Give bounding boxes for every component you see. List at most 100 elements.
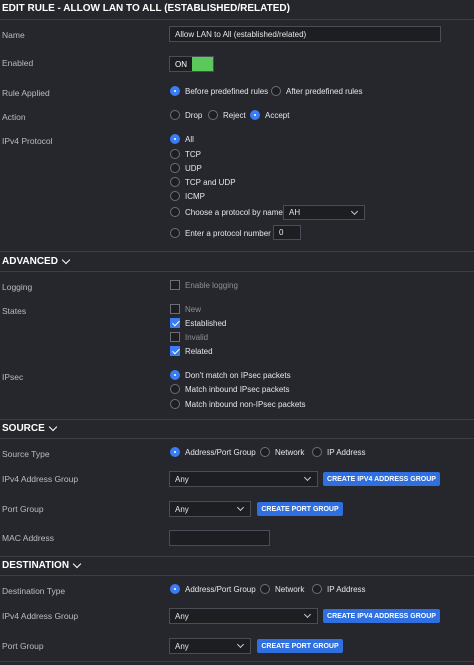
protocol-number-text: Enter a protocol number: [185, 229, 271, 238]
destination-type-label: Destination Type: [2, 586, 66, 596]
state-invalid-checkbox[interactable]: [170, 332, 180, 342]
rule-applied-after-radio[interactable]: [271, 86, 281, 96]
protocol-number-radio[interactable]: [170, 228, 180, 238]
state-invalid-text: Invalid: [185, 333, 209, 342]
enabled-toggle[interactable]: ON: [169, 56, 214, 72]
action-reject-text: Reject: [223, 111, 246, 120]
protocol-tcp-text: TCP: [185, 150, 201, 159]
chevron-down-icon: [303, 473, 312, 482]
source-ipv4-group-select[interactable]: Any: [169, 471, 318, 487]
destination-type-network-radio[interactable]: [260, 584, 270, 594]
name-input[interactable]: Allow LAN to All (established/related): [169, 26, 441, 42]
enable-logging-text: Enable logging: [185, 281, 238, 290]
protocol-by-name-radio[interactable]: [170, 207, 180, 217]
protocol-tcp-udp-radio[interactable]: [170, 177, 180, 187]
chevron-down-icon: [350, 207, 359, 216]
chevron-down-icon: [72, 559, 82, 568]
destination-create-ipv4-group-button[interactable]: CREATE IPV4 ADDRESS GROUP: [323, 609, 440, 623]
source-ipv4-group-label: IPv4 Address Group: [2, 474, 79, 484]
source-type-group-radio[interactable]: [170, 447, 180, 457]
action-drop-radio[interactable]: [170, 110, 180, 120]
enabled-toggle-label: ON: [175, 59, 187, 69]
chevron-down-icon: [61, 255, 71, 264]
protocol-icmp-text: ICMP: [185, 192, 205, 201]
source-type-ip-text: IP Address: [327, 448, 366, 457]
enabled-label: Enabled: [2, 58, 34, 68]
protocol-all-radio[interactable]: [170, 134, 180, 144]
destination-top-divider: [0, 556, 474, 557]
protocol-name-value: AH: [289, 208, 301, 217]
destination-port-group-label: Port Group: [2, 641, 44, 651]
ipsec-inbound-radio[interactable]: [170, 384, 180, 394]
ipsec-non-ipsec-text: Match inbound non-IPsec packets: [185, 400, 306, 409]
destination-header[interactable]: DESTINATION: [2, 559, 82, 571]
advanced-bottom-divider: [0, 271, 474, 272]
enable-logging-checkbox[interactable]: [170, 280, 180, 290]
protocol-all-text: All: [185, 135, 194, 144]
rule-applied-label: Rule Applied: [2, 88, 50, 98]
source-port-group-value: Any: [175, 504, 189, 514]
ipsec-dont-match-radio[interactable]: [170, 370, 180, 380]
page-title: EDIT RULE - ALLOW LAN TO ALL (ESTABLISHE…: [2, 3, 290, 14]
state-related-checkbox[interactable]: [170, 346, 180, 356]
source-port-group-select[interactable]: Any: [169, 501, 251, 517]
source-type-label: Source Type: [2, 449, 50, 459]
protocol-name-select[interactable]: AH: [283, 205, 365, 220]
title-divider: [0, 19, 474, 20]
state-new-checkbox[interactable]: [170, 304, 180, 314]
ipsec-label: IPsec: [2, 372, 24, 382]
destination-create-port-group-button[interactable]: CREATE PORT GROUP: [257, 639, 343, 653]
state-established-text: Established: [185, 319, 227, 328]
action-accept-radio[interactable]: [250, 110, 260, 120]
action-accept-text: Accept: [265, 111, 290, 120]
enabled-toggle-knob: [192, 57, 213, 71]
source-top-divider: [0, 419, 474, 420]
states-label: States: [2, 306, 27, 316]
action-drop-text: Drop: [185, 111, 203, 120]
destination-type-ip-radio[interactable]: [312, 584, 322, 594]
protocol-tcp-udp-text: TCP and UDP: [185, 178, 236, 187]
state-established-checkbox[interactable]: [170, 318, 180, 328]
chevron-down-icon: [303, 610, 312, 619]
source-create-port-group-button[interactable]: CREATE PORT GROUP: [257, 502, 343, 516]
source-bottom-divider: [0, 438, 474, 439]
destination-type-group-text: Address/Port Group: [185, 585, 256, 594]
protocol-by-name-text: Choose a protocol by name: [185, 208, 283, 217]
protocol-number-input[interactable]: 0: [273, 225, 301, 240]
ipsec-non-ipsec-radio[interactable]: [170, 399, 180, 409]
ipv4-protocol-label: IPv4 Protocol: [2, 136, 53, 146]
source-header[interactable]: SOURCE: [2, 422, 58, 434]
destination-port-group-select[interactable]: Any: [169, 638, 251, 654]
destination-type-group-radio[interactable]: [170, 584, 180, 594]
chevron-down-icon: [48, 422, 58, 431]
source-type-network-radio[interactable]: [260, 447, 270, 457]
source-header-text: SOURCE: [2, 423, 45, 434]
chevron-down-icon: [236, 503, 245, 512]
destination-header-text: DESTINATION: [2, 560, 70, 571]
advanced-header[interactable]: ADVANCED: [2, 255, 71, 267]
rule-applied-before-text: Before predefined rules: [185, 87, 269, 96]
rule-applied-before-radio[interactable]: [170, 86, 180, 96]
mac-address-label: MAC Address: [2, 533, 54, 543]
chevron-down-icon: [236, 640, 245, 649]
source-type-ip-radio[interactable]: [312, 447, 322, 457]
protocol-tcp-radio[interactable]: [170, 149, 180, 159]
destination-ipv4-group-label: IPv4 Address Group: [2, 611, 79, 621]
ipsec-inbound-text: Match inbound IPsec packets: [185, 385, 290, 394]
protocol-icmp-radio[interactable]: [170, 191, 180, 201]
destination-ipv4-group-select[interactable]: Any: [169, 608, 318, 624]
ipsec-dont-match-text: Don't match on IPsec packets: [185, 371, 291, 380]
mac-address-input[interactable]: [169, 530, 270, 546]
destination-bottom-divider: [0, 575, 474, 576]
logging-label: Logging: [2, 282, 33, 292]
state-related-text: Related: [185, 347, 213, 356]
source-type-group-text: Address/Port Group: [185, 448, 256, 457]
source-create-ipv4-group-button[interactable]: CREATE IPV4 ADDRESS GROUP: [323, 472, 440, 486]
protocol-udp-radio[interactable]: [170, 163, 180, 173]
source-type-network-text: Network: [275, 448, 305, 457]
source-ipv4-group-value: Any: [175, 474, 189, 484]
source-port-group-label: Port Group: [2, 504, 44, 514]
bottom-divider: [0, 661, 474, 662]
advanced-top-divider: [0, 251, 474, 252]
action-reject-radio[interactable]: [208, 110, 218, 120]
